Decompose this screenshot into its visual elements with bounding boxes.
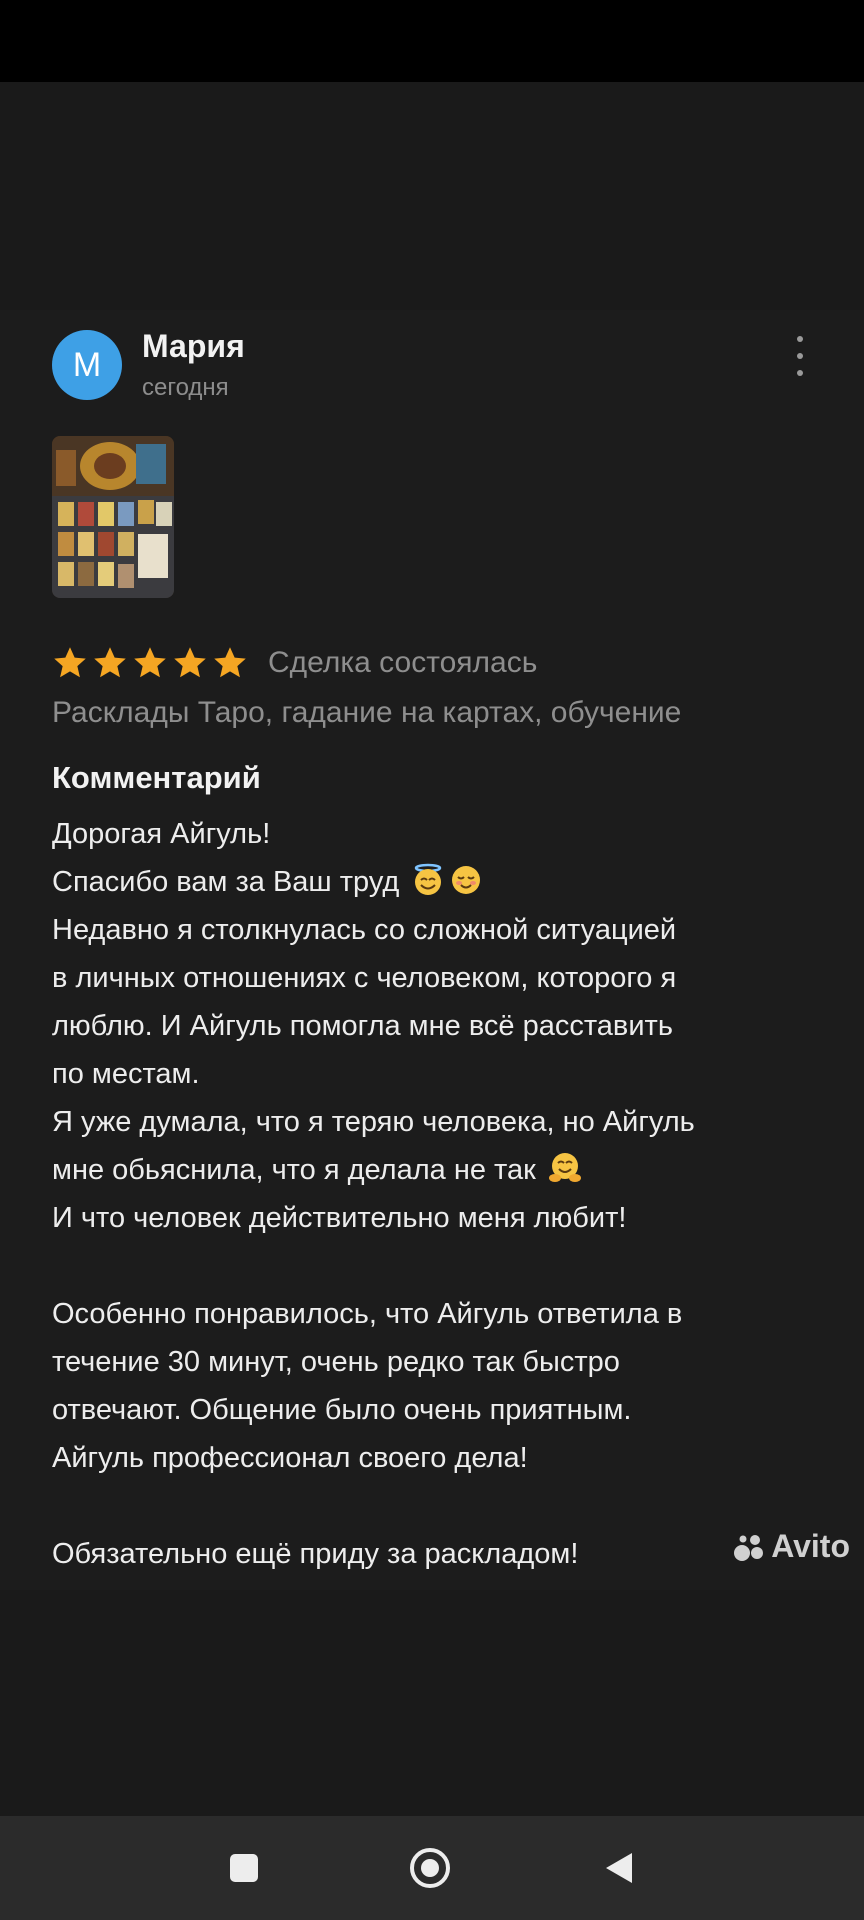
comment-line: Особенно понравилось, что Айгуль ответил… — [52, 1298, 683, 1330]
service-category[interactable]: Расклады Таро, гадание на картах, обучен… — [52, 696, 681, 730]
comment-line: Спасибо вам за Ваш труд — [52, 858, 812, 906]
comment-line: Обязательно ещё приду за раскладом! — [52, 1538, 579, 1570]
comment-line: Айгуль профессионал своего дела! — [52, 1442, 528, 1474]
comment-heading: Комментарий — [52, 760, 261, 795]
review-date: сегодня — [142, 374, 229, 401]
review-card: М Мария сегодня Сделка состоялась Раскла… — [0, 310, 864, 1590]
deal-status: Сделка состоялась — [268, 646, 538, 679]
avito-watermark: Avito — [733, 1528, 850, 1565]
square-icon[interactable] — [222, 1846, 266, 1890]
comment-line — [52, 1242, 812, 1290]
hugging-face-emoji-icon — [548, 1153, 581, 1182]
star-icon — [94, 647, 126, 678]
halo-smile-emoji-icon — [415, 863, 442, 895]
author-name[interactable]: Мария — [142, 328, 245, 365]
star-icon — [214, 647, 246, 678]
comment-line — [52, 1482, 812, 1530]
avito-logo-text: Avito — [771, 1528, 850, 1564]
comment-body: Дорогая Айгуль! Спасибо вам за Ваш труд … — [52, 810, 812, 1578]
screen: М Мария сегодня Сделка состоялась Раскла… — [0, 0, 864, 1920]
comment-line: течение 30 минут, очень редко так быстро — [52, 1346, 620, 1378]
rating-row: Сделка состоялась — [52, 640, 537, 686]
comment-line: люблю. И Айгуль помогла мне всё расстави… — [52, 1010, 673, 1042]
tarot-photo-image — [52, 436, 174, 598]
comment-line: в личных отношениях с человеком, которог… — [52, 962, 677, 994]
blush-smile-emoji-icon — [452, 866, 481, 894]
comment-line: Дорогая Айгуль! — [52, 818, 271, 850]
comment-line: по местам. — [52, 1058, 200, 1090]
comment-line: Я уже думала, что я теряю человека, но А… — [52, 1106, 695, 1138]
comment-line: отвечают. Общение было очень приятным. — [52, 1394, 632, 1426]
comment-line: И что человек действительно меня любит! — [52, 1202, 627, 1234]
rating-stars — [52, 645, 248, 681]
comment-line: Недавно я столкнулась со сложной ситуаци… — [52, 914, 677, 946]
review-photo[interactable] — [52, 436, 174, 598]
avito-logo-icon — [734, 1534, 764, 1561]
star-icon — [54, 647, 86, 678]
star-icon — [134, 647, 166, 678]
triangle-back-icon[interactable] — [598, 1846, 642, 1890]
avatar[interactable]: М — [52, 330, 122, 400]
circle-icon[interactable] — [408, 1846, 452, 1890]
system-nav-bar — [0, 1816, 864, 1920]
more-vertical-icon[interactable] — [788, 336, 812, 376]
star-icon — [174, 647, 206, 678]
review-header: М Мария сегодня — [52, 322, 812, 402]
comment-line: мне обьяснила, что я делала не так — [52, 1146, 812, 1194]
status-bar — [0, 0, 864, 82]
